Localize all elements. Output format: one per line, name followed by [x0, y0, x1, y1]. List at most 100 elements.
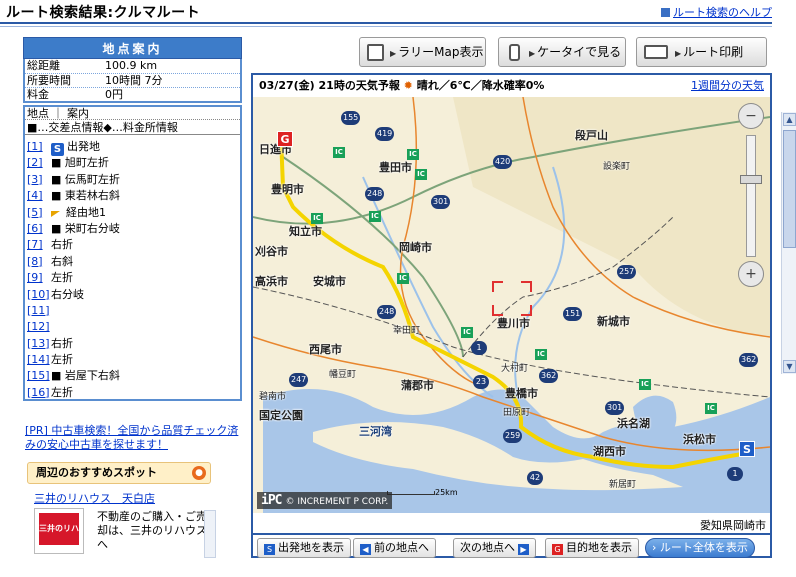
pr-link[interactable]: [PR] 中古車検索！全国から品質チェック済みの安心中古車を探せます！: [25, 424, 240, 452]
route-number-shield: 362: [739, 353, 759, 367]
map-label: 西尾市: [309, 343, 342, 356]
route-step-number-link[interactable]: [14]: [27, 352, 51, 368]
route-step-number-link[interactable]: [9]: [27, 270, 51, 286]
route-step-item[interactable]: [1] S 出発地: [25, 139, 224, 156]
route-step-item[interactable]: [12]: [25, 319, 224, 335]
route-list-scrollbar[interactable]: ▲ ▼: [781, 112, 796, 374]
route-step-number-link[interactable]: [1]: [27, 139, 51, 155]
zoom-out-icon[interactable]: −: [738, 103, 764, 129]
route-step-number-link[interactable]: [4]: [27, 188, 51, 204]
map-label: 高浜市: [255, 275, 288, 288]
button-label: 前の地点へ: [374, 541, 429, 554]
route-number-shield: 23: [473, 375, 489, 389]
weather-bar: 03/27(金) 21時の天気予報 ✹ 晴れ／6℃／降水確率0% 1週間分の天気: [253, 75, 770, 97]
route-number-shield: 248: [365, 187, 385, 201]
route-number-shield: 301: [605, 401, 625, 415]
summary-label: 総距離: [27, 59, 60, 72]
route-step-item[interactable]: [15]■ 岩屋下右斜: [25, 368, 224, 384]
help-link-label: ルート検索のヘルプ: [673, 6, 772, 19]
show-whole-route-button[interactable]: › ルート全体を表示: [645, 538, 755, 558]
spots-scrollbar[interactable]: [204, 510, 216, 558]
map-scale: 25km: [387, 488, 458, 497]
route-step-item[interactable]: [13]右折: [25, 336, 224, 352]
route-step-item[interactable]: [14]左折: [25, 352, 224, 368]
rally-map-icon: [367, 44, 384, 61]
route-step-item[interactable]: [7] 右折: [25, 237, 224, 253]
help-link[interactable]: ルート検索のヘルプ: [661, 4, 772, 20]
map-label: 豊田市: [379, 161, 412, 174]
route-step-number-link[interactable]: [3]: [27, 172, 51, 188]
map-label: 田原町: [503, 408, 531, 418]
weather-datetime: 03/27(金) 21時の天気予報: [259, 79, 400, 92]
route-step-number-link[interactable]: [5]: [27, 205, 51, 221]
route-step-item[interactable]: [6] ■ 栄町右分岐: [25, 221, 224, 237]
print-route-button[interactable]: ▶ ルート印刷: [636, 37, 767, 67]
rally-map-button[interactable]: ▶ ラリーMap表示: [359, 37, 486, 67]
zoom-slider-handle[interactable]: [740, 175, 762, 184]
next-point-button[interactable]: 次の地点へ ▶: [453, 538, 536, 558]
points-panel-title: 地点案内: [23, 37, 242, 59]
arrow-icon: ▶: [390, 49, 397, 58]
route-step-number-link[interactable]: [8]: [27, 254, 51, 270]
route-step-number-link[interactable]: [6]: [27, 221, 51, 237]
zoom-in-icon[interactable]: +: [738, 261, 764, 287]
route-step-item[interactable]: [2] ■ 旭町左折: [25, 155, 224, 171]
spots-title-label: 周辺のおすすめスポット: [36, 466, 157, 479]
mobile-view-button[interactable]: ▶ ケータイで見る: [498, 37, 626, 67]
route-step-item[interactable]: [16]左折: [25, 385, 224, 399]
route-step-text: 右折: [51, 238, 73, 252]
mobile-phone-icon: [509, 44, 520, 61]
route-point-list: 地点 ｜ 案内 ■…交差点情報◆…料金所情報 [1] S 出発地 [2] ■ 旭町左折[…: [23, 105, 242, 401]
weekly-weather-link[interactable]: 1週間分の天気: [691, 75, 764, 97]
scale-bar: [387, 490, 435, 495]
map-label: 幡豆町: [329, 370, 357, 380]
show-start-button[interactable]: S 出発地を表示: [257, 538, 351, 558]
route-step-item[interactable]: [10]右分岐: [25, 287, 224, 303]
interchange-icon: IC: [397, 273, 409, 284]
button-label: 目的地を表示: [566, 541, 632, 554]
route-step-number-link[interactable]: [15]: [27, 368, 51, 384]
spot-name-link[interactable]: 三井のリハウス 天白店: [34, 490, 155, 506]
help-square-icon: [661, 8, 670, 17]
button-label: ルート印刷: [683, 45, 744, 59]
route-step-item[interactable]: [4] ■ 東若林右斜: [25, 188, 224, 204]
route-number-shield: 257: [617, 265, 637, 279]
spot-description: 不動産のご購入・ご売却は、三井のリハウスへ: [97, 510, 207, 551]
previous-point-button[interactable]: ◀ 前の地点へ: [353, 538, 436, 558]
map-label: 三河湾: [359, 425, 392, 438]
route-step-item[interactable]: [5] 経由地1: [25, 205, 224, 221]
route-step-item[interactable]: [8] 右斜: [25, 254, 224, 270]
header-divider: [0, 22, 772, 24]
scroll-up-icon[interactable]: ▲: [783, 113, 796, 126]
route-step-number-link[interactable]: [13]: [27, 336, 51, 352]
start-marker-icon[interactable]: S: [739, 441, 755, 457]
route-step-text: 右斜: [51, 254, 73, 268]
summary-value: 10時間 7分: [105, 74, 163, 87]
header-divider-thin: [0, 26, 772, 27]
map-label: 設楽町: [603, 162, 631, 172]
map-label: 段戸山: [575, 129, 608, 142]
next-arrow-icon: ▶: [518, 544, 529, 555]
route-step-number-link[interactable]: [11]: [27, 303, 51, 319]
route-step-number-link[interactable]: [12]: [27, 319, 51, 335]
map-label: 安城市: [313, 275, 346, 288]
goal-marker-icon[interactable]: G: [277, 131, 293, 147]
route-step-text: ■ 東若林右斜: [51, 189, 120, 203]
list-header: 地点 ｜ 案内: [25, 107, 240, 120]
route-step-item[interactable]: [11]: [25, 303, 224, 319]
route-step-item[interactable]: [3] ■ 伝馬町左折: [25, 172, 224, 188]
route-step-number-link[interactable]: [7]: [27, 237, 51, 253]
route-step-number-link[interactable]: [2]: [27, 155, 51, 171]
route-step-item[interactable]: [9] 左折: [25, 270, 224, 286]
scrollbar-thumb[interactable]: [783, 130, 796, 248]
zoom-slider-track[interactable]: [746, 135, 756, 257]
start-icon: S: [264, 544, 275, 555]
route-map[interactable]: 段戸山 設楽町 豊田市 豊明市 日進市 知立市 刈谷市 岡崎市 安城市 高浜市 …: [253, 97, 770, 513]
rehouse-logo[interactable]: 三井のリハウス: [34, 508, 84, 565]
route-step-number-link[interactable]: [16]: [27, 385, 51, 399]
scroll-down-icon[interactable]: ▼: [783, 360, 796, 373]
summary-label: 料金: [27, 88, 49, 101]
route-step-number-link[interactable]: [10]: [27, 287, 51, 303]
interchange-icon: IC: [461, 327, 473, 338]
show-goal-button[interactable]: G 目的地を表示: [545, 538, 639, 558]
